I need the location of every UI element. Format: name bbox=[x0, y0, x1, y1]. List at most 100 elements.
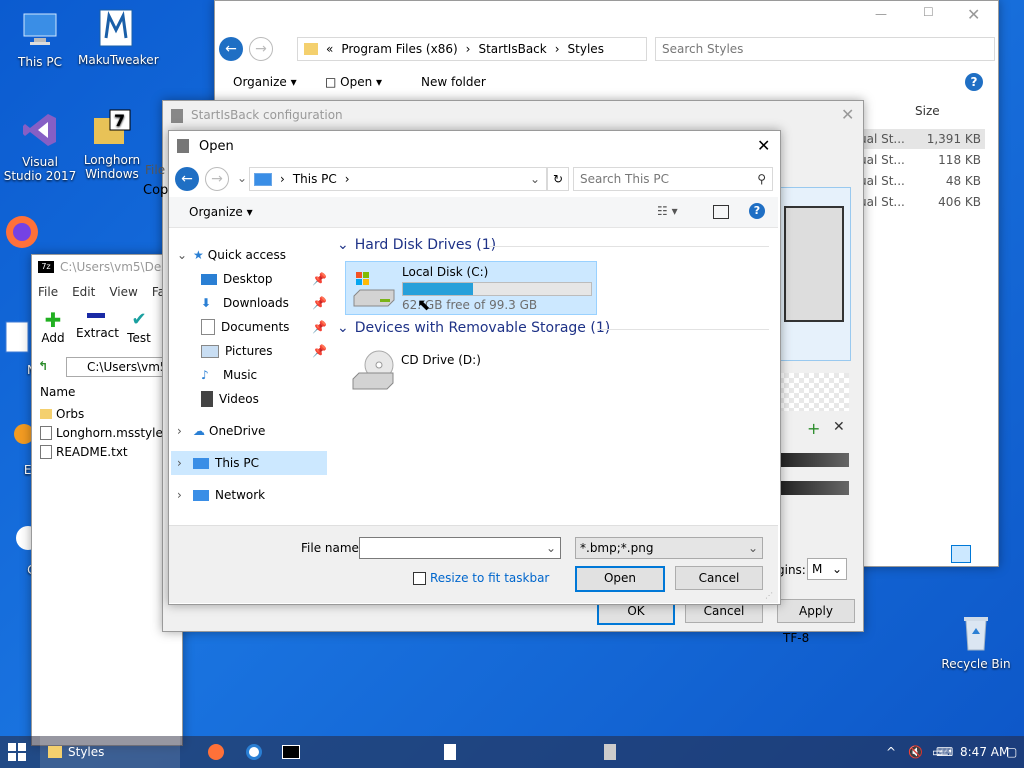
organize-button[interactable]: Organize ▾ bbox=[189, 205, 253, 219]
preview-pane-icon[interactable] bbox=[713, 205, 729, 219]
address-bar[interactable]: « Program Files (x86) › StartIsBack › Styl… bbox=[297, 37, 647, 61]
back-button[interactable]: ← bbox=[175, 167, 199, 191]
open-button[interactable]: □ Open ▾ bbox=[325, 75, 382, 89]
breadcrumb-program-files[interactable]: Program Files (x86) bbox=[341, 42, 457, 56]
breadcrumb-startisback[interactable]: StartIsBack bbox=[478, 42, 546, 56]
details-view-icon[interactable] bbox=[951, 545, 971, 563]
nav-item-videos[interactable]: Videos bbox=[171, 387, 327, 411]
action-center-icon[interactable]: ▢ bbox=[1006, 736, 1017, 768]
breadcrumb-styles[interactable]: Styles bbox=[568, 42, 604, 56]
open-address-bar[interactable]: › This PC › ⌄ bbox=[249, 167, 547, 191]
file-row[interactable]: ual St... 118 KB bbox=[855, 150, 985, 170]
group-header-removable[interactable]: ⌄ Devices with Removable Storage (1) bbox=[337, 320, 610, 336]
taskbar-7zip[interactable] bbox=[282, 736, 422, 768]
taskbar-config[interactable] bbox=[604, 736, 764, 768]
chevron-right-icon[interactable]: › bbox=[177, 488, 193, 502]
column-header-size[interactable]: Size bbox=[915, 104, 940, 118]
drive-item-d[interactable]: CD Drive (D:) bbox=[345, 345, 595, 395]
nav-quick-access[interactable]: ⌄ ★ Quick access bbox=[171, 243, 327, 267]
show-hidden-icons[interactable]: ^ bbox=[886, 736, 896, 768]
taskbar-chrome[interactable] bbox=[246, 736, 266, 768]
recent-locations-icon[interactable]: ⌄ bbox=[237, 171, 247, 185]
nav-item-documents[interactable]: Documents 📌 bbox=[171, 315, 327, 339]
minimize-button[interactable]: — bbox=[875, 7, 895, 21]
maximize-button[interactable]: ☐ bbox=[923, 5, 943, 19]
checkbox-box[interactable] bbox=[413, 571, 426, 585]
breadcrumb-this-pc[interactable]: This PC bbox=[293, 172, 337, 186]
open-dialog-close-button[interactable]: ✕ bbox=[757, 136, 770, 155]
group-header-hard-disk[interactable]: ⌄ Hard Disk Drives (1) bbox=[337, 237, 496, 253]
cancel-button[interactable]: Cancel bbox=[675, 566, 763, 590]
chevron-right-icon[interactable]: › bbox=[177, 456, 193, 470]
clock[interactable]: 8:47 AM bbox=[960, 736, 1009, 768]
desktop-icon-makutweaker[interactable]: MakuTweaker bbox=[78, 8, 159, 67]
pin-icon[interactable]: 📌 bbox=[312, 344, 327, 358]
drive-item-c[interactable]: Local Disk (C:) 62. GB free of 99.3 GB bbox=[345, 261, 597, 315]
forward-button[interactable]: → bbox=[205, 167, 229, 191]
chevron-down-icon[interactable]: ⌄ bbox=[546, 541, 556, 555]
pin-icon[interactable]: 📌 bbox=[312, 296, 327, 310]
extract-tool-button[interactable]: Extract bbox=[76, 309, 119, 340]
list-item[interactable]: Orbs bbox=[40, 407, 84, 421]
desktop-icon-visual-studio[interactable]: Visual Studio 2017 bbox=[2, 110, 78, 183]
chevron-down-icon[interactable]: ⌄ bbox=[177, 248, 193, 262]
taskbar-item-styles[interactable]: Styles bbox=[40, 736, 180, 768]
remove-icon[interactable]: ✕ bbox=[833, 419, 845, 435]
open-search-box[interactable]: Search This PC ⚲ bbox=[573, 167, 773, 191]
chevron-down-icon: ⌄ bbox=[337, 237, 349, 253]
view-options-icon[interactable]: ☷ ▾ bbox=[657, 204, 678, 218]
volume-muted-icon[interactable]: 🔇 bbox=[908, 736, 923, 768]
pin-icon[interactable]: 📌 bbox=[312, 320, 327, 334]
list-item[interactable]: README.txt bbox=[40, 445, 128, 459]
column-header-name[interactable]: Name bbox=[40, 385, 75, 399]
file-row[interactable]: ual St... 48 KB bbox=[855, 171, 985, 191]
refresh-button[interactable]: ↻ bbox=[547, 167, 569, 191]
config-close-button[interactable]: ✕ bbox=[841, 105, 854, 124]
nav-item-pictures[interactable]: Pictures 📌 bbox=[171, 339, 327, 363]
nav-item-downloads[interactable]: ⬇ Downloads 📌 bbox=[171, 291, 327, 315]
nav-network[interactable]: › Network bbox=[171, 483, 327, 507]
file-row[interactable]: ual St... 1,391 KB bbox=[855, 129, 985, 149]
up-folder-icon[interactable]: ↰ bbox=[38, 359, 48, 373]
pin-icon[interactable]: 📌 bbox=[312, 272, 327, 286]
desktop-icon-longhorn[interactable]: 7 Longhorn Windows bbox=[74, 108, 150, 181]
file-row[interactable]: ual St... 406 KB bbox=[855, 192, 985, 212]
chevron-right-icon[interactable]: › bbox=[177, 424, 193, 438]
file-type-select[interactable]: *.bmp;*.png ⌄ bbox=[575, 537, 763, 559]
open-button[interactable]: Open bbox=[575, 566, 665, 592]
desktop-icon-this-pc[interactable]: This PC bbox=[2, 10, 78, 69]
new-folder-button[interactable]: New folder bbox=[421, 75, 486, 89]
apply-button[interactable]: Apply bbox=[777, 599, 855, 623]
start-button[interactable] bbox=[8, 736, 32, 768]
resize-grip-icon[interactable]: ⋰ bbox=[765, 591, 773, 600]
add-icon[interactable]: + bbox=[807, 419, 820, 438]
file-name-label: File name: bbox=[301, 541, 363, 555]
keyboard-icon[interactable]: ⌨ bbox=[936, 736, 953, 768]
nav-item-music[interactable]: ♪ Music bbox=[171, 363, 327, 387]
add-tool-button[interactable]: ✚ Add bbox=[38, 309, 68, 345]
taskbar-firefox[interactable] bbox=[208, 736, 228, 768]
desktop-icon-recycle-bin[interactable]: Recycle Bin bbox=[938, 612, 1014, 671]
search-box[interactable]: Search Styles bbox=[655, 37, 995, 61]
list-item[interactable]: Longhorn.msstyles bbox=[40, 426, 169, 440]
menu-view[interactable]: View bbox=[109, 285, 137, 299]
nav-onedrive[interactable]: › ☁ OneDrive bbox=[171, 419, 327, 443]
close-button[interactable]: ✕ bbox=[967, 5, 987, 24]
help-icon[interactable]: ? bbox=[965, 73, 983, 91]
menu-edit[interactable]: Edit bbox=[72, 285, 95, 299]
forward-button[interactable]: → bbox=[249, 37, 273, 61]
nav-this-pc[interactable]: › This PC bbox=[171, 451, 327, 475]
video-film-icon bbox=[201, 391, 213, 407]
taskbar-notepad[interactable] bbox=[444, 736, 584, 768]
breadcrumb-overflow[interactable]: « bbox=[326, 42, 333, 56]
resize-checkbox[interactable]: Resize to fit taskbar bbox=[413, 571, 549, 585]
menu-file[interactable]: File bbox=[38, 285, 58, 299]
test-tool-button[interactable]: ✔ Test bbox=[124, 309, 154, 345]
organize-button[interactable]: Organize ▾ bbox=[233, 75, 297, 89]
back-button[interactable]: ← bbox=[219, 37, 243, 61]
help-icon[interactable]: ? bbox=[749, 203, 765, 219]
nav-item-desktop[interactable]: Desktop 📌 bbox=[171, 267, 327, 291]
margins-select[interactable]: M ⌄ bbox=[807, 558, 847, 580]
chevron-down-icon[interactable]: ⌄ bbox=[530, 172, 540, 186]
file-name-input[interactable]: ⌄ bbox=[359, 537, 561, 559]
